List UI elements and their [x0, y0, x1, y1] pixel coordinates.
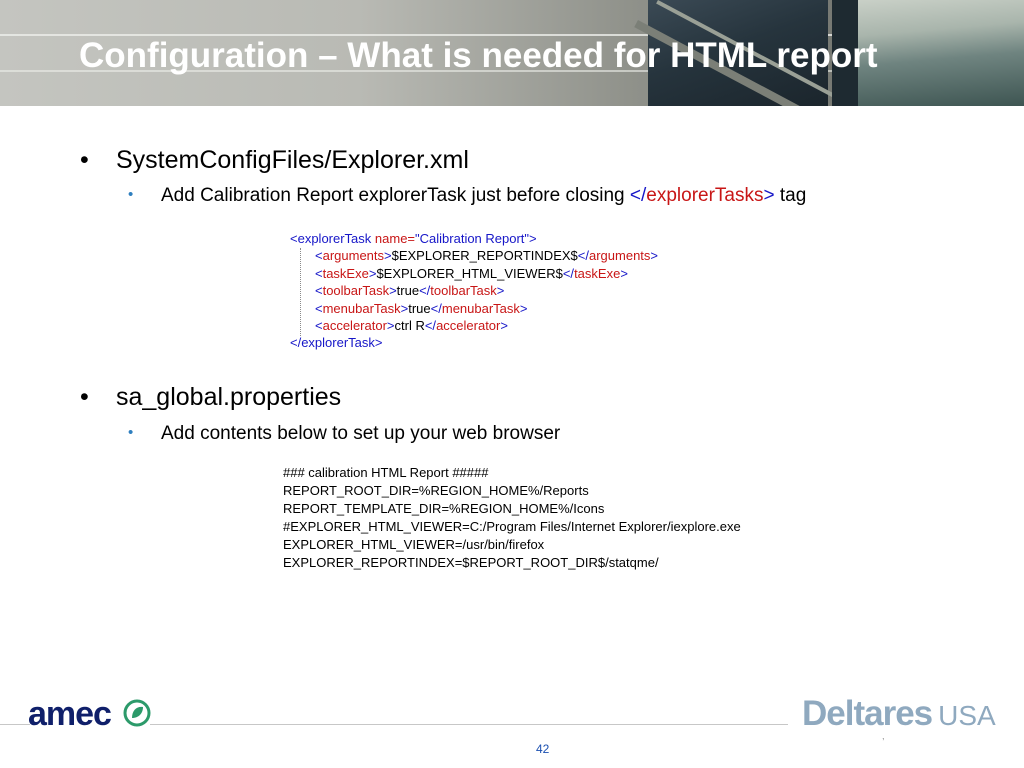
code-line: REPORT_TEMPLATE_DIR=%REGION_HOME%/Icons — [283, 501, 605, 516]
decorative-mark: , — [882, 731, 885, 741]
amec-leaf-icon — [123, 699, 151, 727]
bullet-text: SystemConfigFiles/Explorer.xml — [116, 146, 469, 174]
bullet-dot: • — [128, 186, 134, 203]
indent-guide — [300, 248, 301, 336]
code-line: EXPLORER_HTML_VIEWER=/usr/bin/firefox — [283, 537, 545, 552]
deltares-logo-suffix: USA — [938, 700, 996, 731]
code-line: <toolbarTask>true</toolbarTask> — [315, 283, 505, 299]
code-line: <menubarTask>true</menubarTask> — [315, 300, 528, 316]
header-banner: Configuration – What is needed for HTML … — [0, 0, 1024, 106]
slide-title: Configuration – What is needed for HTML … — [79, 36, 878, 75]
sub-bullet-item: • Add Calibration Report explorerTask jus… — [128, 185, 806, 207]
code-line: ### calibration HTML Report ##### — [283, 465, 489, 480]
bullet-dot: • — [80, 383, 89, 411]
code-line: <explorerTask name="Calibration Report"> — [290, 231, 537, 246]
page-number: 42 — [536, 742, 550, 756]
amec-logo-text: amec — [28, 695, 112, 733]
properties-code-snippet: ### calibration HTML Report ##### REPORT… — [283, 464, 741, 572]
code-line: EXPLORER_REPORTINDEX=$REPORT_ROOT_DIR$/s… — [283, 555, 659, 570]
aerial-photo — [858, 0, 1024, 106]
bullet-item: • sa_global.properties — [80, 383, 341, 412]
code-line: <accelerator>ctrl R</accelerator> — [315, 318, 508, 334]
footer-divider — [150, 724, 788, 725]
sub-bullet-text: Add Calibration Report explorerTask just… — [161, 185, 630, 206]
sub-bullet-suffix: tag — [774, 185, 807, 206]
code-line: <taskExe>$EXPLORER_HTML_VIEWER$</taskExe… — [315, 265, 628, 281]
code-line: <arguments>$EXPLORER_REPORTINDEX$</argum… — [315, 248, 659, 264]
code-line: #EXPLORER_HTML_VIEWER=C:/Program Files/I… — [283, 519, 741, 534]
code-line: REPORT_ROOT_DIR=%REGION_HOME%/Reports — [283, 483, 589, 498]
tag-open: </ — [629, 185, 647, 206]
code-line: </explorerTask> — [290, 335, 383, 351]
sub-bullet-text: Add contents below to set up your web br… — [161, 423, 561, 444]
footer-divider — [0, 724, 30, 725]
bullet-item: • SystemConfigFiles/Explorer.xml — [80, 146, 469, 175]
xml-code-snippet: <explorerTask name="Calibration Report">… — [290, 230, 690, 355]
tag-name: explorerTasks — [646, 185, 764, 206]
deltares-logo: Deltares USA — [802, 694, 996, 734]
sub-bullet-item: • Add contents below to set up your web b… — [128, 423, 560, 445]
bullet-dot: • — [80, 146, 89, 174]
tag-close: > — [763, 185, 775, 206]
bullet-text: sa_global.properties — [116, 383, 342, 411]
amec-logo: amec — [28, 695, 112, 739]
deltares-logo-text: Deltares — [802, 694, 933, 733]
bullet-dot: • — [128, 424, 134, 441]
